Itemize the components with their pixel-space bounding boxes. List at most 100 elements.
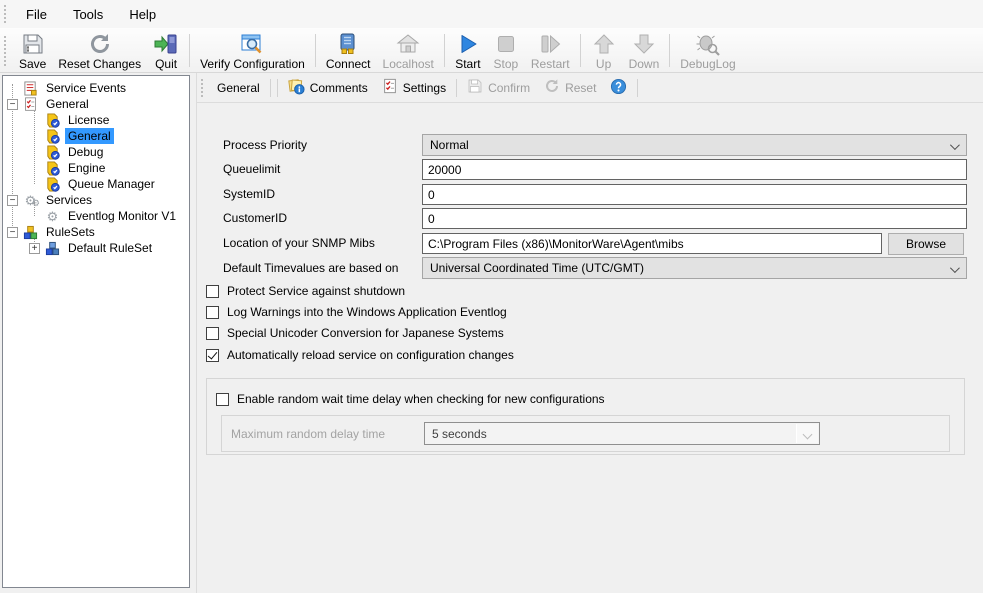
queuelimit-label: Queuelimit: [223, 158, 280, 180]
tree-item-engine[interactable]: Engine: [45, 160, 108, 176]
toolbar-separator: [277, 79, 278, 97]
reset-arrows-icon: [544, 78, 560, 97]
help-button[interactable]: [603, 73, 634, 102]
reset-changes-button[interactable]: Reset Changes: [52, 29, 147, 72]
auto-reload-checkbox[interactable]: Automatically reload service on configur…: [206, 347, 514, 363]
tree-item-rulesets[interactable]: − RuleSets: [7, 224, 98, 240]
restart-icon: [537, 31, 563, 57]
floppy-disk-icon: [467, 78, 483, 97]
random-delay-inner-panel: Maximum random delay time 5 seconds: [221, 415, 950, 452]
bug-icon: [695, 31, 721, 57]
timevalues-select[interactable]: Universal Coordinated Time (UTC/GMT): [422, 257, 967, 279]
exit-door-icon: [153, 31, 179, 57]
agent-check-icon: [45, 161, 60, 176]
start-button[interactable]: Start: [449, 29, 487, 72]
checkbox-checked-icon[interactable]: [206, 349, 219, 362]
collapse-icon[interactable]: −: [7, 99, 18, 110]
browse-button[interactable]: Browse: [888, 233, 964, 255]
toolbar-separator: [580, 34, 581, 67]
process-priority-select[interactable]: Normal: [422, 134, 967, 156]
collapse-icon[interactable]: −: [7, 195, 18, 206]
agent-check-icon: [45, 129, 60, 144]
menu-bar: File Tools Help: [0, 0, 983, 28]
settings-pane: General Comments Settings: [196, 73, 983, 593]
checkbox-icon[interactable]: [216, 393, 229, 406]
queuelimit-field[interactable]: [422, 159, 967, 180]
help-icon: [610, 78, 627, 98]
server-icon: [335, 31, 361, 57]
toolbar-separator: [270, 79, 271, 97]
main-toolbar: Save Reset Changes Quit Verify Configura…: [0, 28, 983, 73]
menu-tools[interactable]: Tools: [60, 0, 116, 28]
unicode-conversion-checkbox[interactable]: Special Unicoder Conversion for Japanese…: [206, 325, 504, 341]
up-button[interactable]: Up: [585, 29, 623, 72]
toolbar-gripper[interactable]: [4, 36, 8, 66]
menu-file[interactable]: File: [13, 0, 60, 28]
connect-button[interactable]: Connect: [320, 29, 377, 72]
tree-item-service-events[interactable]: Service Events: [23, 80, 129, 96]
quit-button[interactable]: Quit: [147, 29, 185, 72]
down-button[interactable]: Down: [623, 29, 666, 72]
toolbar-separator: [444, 34, 445, 67]
tree-item-debug[interactable]: Debug: [45, 144, 106, 160]
stop-button[interactable]: Stop: [487, 29, 525, 72]
tree-item-eventlog-monitor[interactable]: ⚙ Eventlog Monitor V1: [45, 208, 179, 224]
tree-item-general-group[interactable]: − General: [7, 96, 92, 112]
tree-item-license[interactable]: License: [45, 112, 112, 128]
tab-comments[interactable]: Comments: [281, 73, 375, 102]
tab-settings[interactable]: Settings: [375, 73, 453, 102]
config-tree: Service Events − General License General: [2, 75, 190, 588]
enable-random-delay-checkbox[interactable]: Enable random wait time delay when check…: [216, 391, 605, 407]
arrow-down-icon: [631, 31, 657, 57]
restart-button[interactable]: Restart: [525, 29, 576, 72]
verify-window-icon: [239, 31, 265, 57]
agent-check-icon: [45, 177, 60, 192]
checkbox-icon[interactable]: [206, 285, 219, 298]
toolbar-separator: [189, 34, 190, 67]
gear-icon: ⚙: [45, 209, 60, 224]
save-button[interactable]: Save: [13, 29, 52, 72]
app-window: File Tools Help Save Reset Changes Quit: [0, 0, 983, 593]
confirm-button[interactable]: Confirm: [460, 73, 537, 102]
verify-configuration-button[interactable]: Verify Configuration: [194, 29, 311, 72]
collapse-icon[interactable]: −: [7, 227, 18, 238]
secondary-toolbar: General Comments Settings: [197, 73, 983, 103]
tree-item-services[interactable]: − ⚙ ⚙ Services: [7, 192, 95, 208]
debuglog-button[interactable]: DebugLog: [674, 29, 741, 72]
chevron-down-icon: [950, 263, 960, 273]
toolbar-separator: [637, 79, 638, 97]
systemid-field[interactable]: [422, 184, 967, 205]
timevalues-label: Default Timevalues are based on: [223, 257, 398, 279]
max-random-delay-label: Maximum random delay time: [231, 416, 385, 451]
process-priority-label: Process Priority: [223, 134, 307, 156]
floppy-disk-icon: [20, 31, 46, 57]
agent-check-icon: [45, 113, 60, 128]
tab-general[interactable]: General: [210, 73, 267, 102]
protect-service-checkbox[interactable]: Protect Service against shutdown: [206, 283, 405, 299]
log-warnings-checkbox[interactable]: Log Warnings into the Windows Applicatio…: [206, 304, 507, 320]
reset-arrows-icon: [87, 31, 113, 57]
expand-icon[interactable]: +: [29, 243, 40, 254]
checkbox-icon[interactable]: [206, 306, 219, 319]
snmp-mibs-field[interactable]: [422, 233, 882, 254]
customerid-label: CustomerID: [223, 207, 287, 229]
toolbar-separator: [315, 34, 316, 67]
customerid-field[interactable]: [422, 208, 967, 229]
max-random-delay-select: 5 seconds: [424, 422, 820, 445]
checklist-icon: [23, 97, 38, 112]
toolbar-separator: [669, 34, 670, 67]
event-log-icon: [23, 81, 38, 96]
tree-item-default-ruleset[interactable]: + Default RuleSet: [29, 240, 155, 256]
cubes-icon: [23, 225, 38, 240]
arrow-up-icon: [591, 31, 617, 57]
tree-item-queue-manager[interactable]: Queue Manager: [45, 176, 158, 192]
comments-icon: [288, 78, 305, 98]
checkbox-icon[interactable]: [206, 327, 219, 340]
reset-button[interactable]: Reset: [537, 73, 603, 102]
toolbar-gripper[interactable]: [201, 79, 205, 97]
menu-help[interactable]: Help: [116, 0, 169, 28]
toolbar-separator: [456, 79, 457, 97]
toolbar-gripper[interactable]: [4, 5, 8, 23]
tree-item-general[interactable]: General: [45, 128, 114, 144]
localhost-button[interactable]: Localhost: [377, 29, 440, 72]
